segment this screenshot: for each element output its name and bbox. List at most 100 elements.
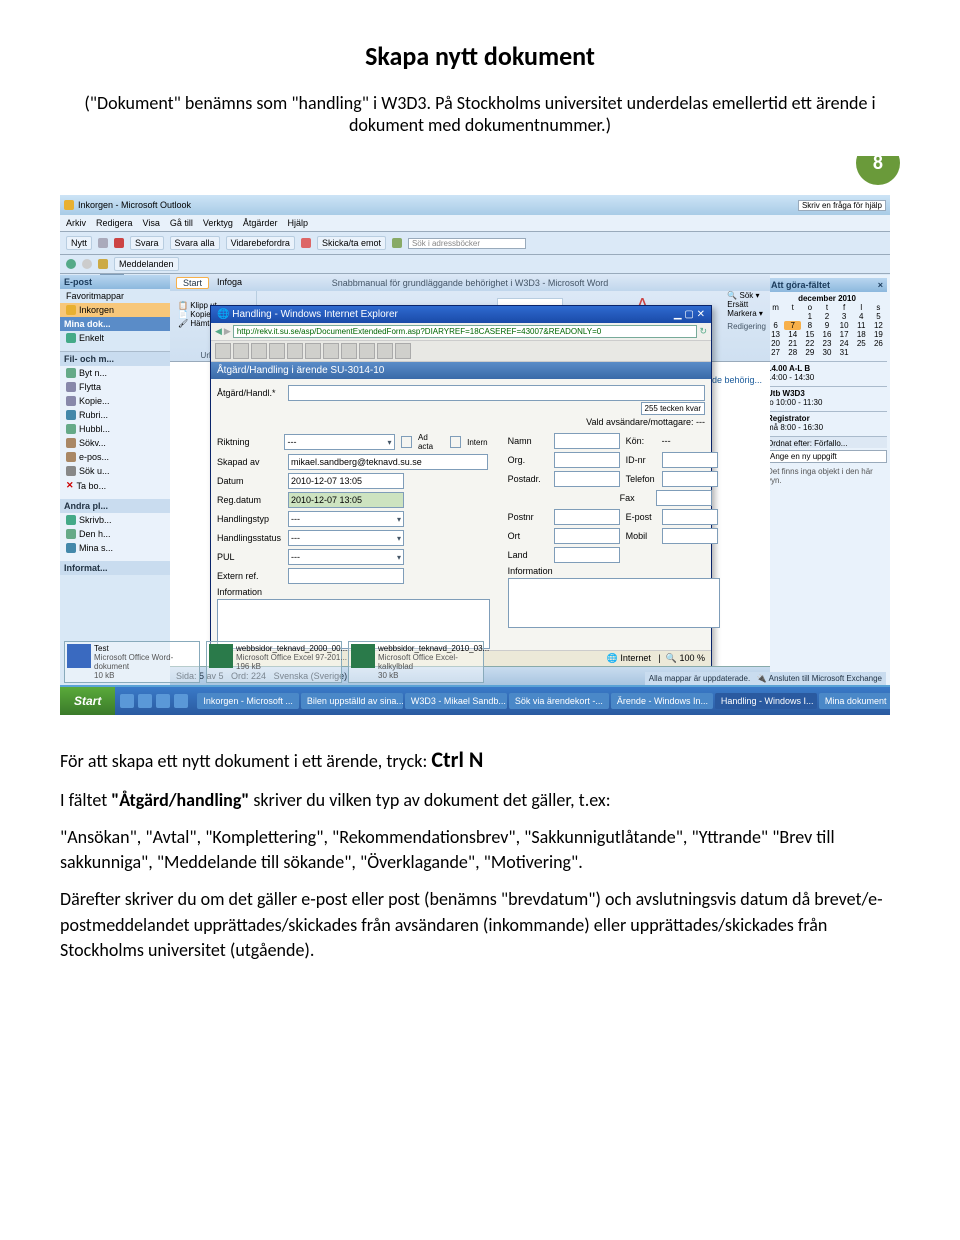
adacta-checkbox[interactable] (401, 436, 412, 448)
address-search[interactable]: Sök i adressböcker (408, 238, 526, 249)
telefon-input[interactable] (662, 471, 718, 487)
fwd-icon[interactable]: ▶ (224, 326, 231, 337)
list-item[interactable]: Kopie... (60, 394, 170, 408)
list-item[interactable]: Sök u... (60, 464, 170, 478)
skicka-ta-emot-button[interactable]: Skicka/ta emot (317, 236, 386, 250)
appointment[interactable]: 14.00 A-L B 14:00 - 14:30 (767, 361, 887, 382)
meddelanden-button[interactable]: Meddelanden (114, 257, 179, 271)
list-item[interactable]: Byt n... (60, 366, 170, 380)
ort-input[interactable] (554, 528, 620, 544)
tb-icon[interactable] (341, 343, 357, 359)
taskbar-item[interactable]: W3D3 - Mikael Sandb... (405, 693, 507, 709)
list-item[interactable]: Sökv... (60, 436, 170, 450)
ql-icon[interactable] (174, 694, 188, 708)
nav-mina-dok[interactable]: Mina dok... (60, 317, 170, 331)
nav-inkorgen[interactable]: Inkorgen (60, 303, 170, 317)
pul-select[interactable]: --- (288, 549, 404, 565)
menu-atgarder[interactable]: Åtgärder (243, 218, 278, 228)
fwd-icon[interactable] (82, 259, 92, 269)
menu-redigera[interactable]: Redigera (96, 218, 133, 228)
appointment[interactable]: Registrator må 8:00 - 16:30 (767, 411, 887, 432)
taskbar-item[interactable]: Bilen uppställd av sina... (301, 693, 403, 709)
menu-verktyg[interactable]: Verktyg (203, 218, 233, 228)
tb-icon[interactable] (215, 343, 231, 359)
riktning-select[interactable]: --- (284, 434, 394, 450)
ql-icon[interactable] (120, 694, 134, 708)
taskbar-item[interactable]: Inkorgen - Microsoft ... (197, 693, 299, 709)
list-item[interactable]: ✕Ta bo... (60, 478, 170, 493)
outlook-menubar[interactable]: Arkiv Redigera Visa Gå till Verktyg Åtgä… (60, 215, 890, 232)
appointment[interactable]: Utb W3D3 to 10:00 - 11:30 (767, 386, 887, 407)
calendar[interactable]: december 2010 mtotfls 12345 6789101112 1… (767, 294, 887, 357)
ersatt-button[interactable]: Ersätt (727, 300, 766, 309)
tb-icon[interactable] (269, 343, 285, 359)
delete-icon[interactable] (114, 238, 124, 248)
list-item[interactable]: Den h... (60, 527, 170, 541)
tb-icon[interactable] (323, 343, 339, 359)
tab-start[interactable]: Start (176, 277, 209, 289)
tb-icon[interactable] (305, 343, 321, 359)
menu-arkiv[interactable]: Arkiv (66, 218, 86, 228)
desktop-file[interactable]: webbsidor_teknavd_2010_03...Microsoft Of… (348, 641, 484, 683)
mobil-input[interactable] (662, 528, 718, 544)
atgard-input[interactable] (288, 385, 705, 401)
menu-visa[interactable]: Visa (143, 218, 160, 228)
desktop-file[interactable]: TestMicrosoft Office Word-dokument10 kB (64, 641, 200, 683)
tb-icon[interactable] (359, 343, 375, 359)
help-search[interactable]: Skriv en fråga för hjälp (798, 200, 886, 211)
new-task-input[interactable]: Ange en ny uppgift (767, 450, 887, 463)
epost-input[interactable] (662, 509, 718, 525)
home-icon[interactable] (98, 259, 108, 269)
list-item[interactable]: Skrivb... (60, 513, 170, 527)
vidarebefordra-button[interactable]: Vidarebefordra (226, 236, 295, 250)
zoom-text[interactable]: 100 % (679, 653, 705, 663)
back-icon[interactable]: ◀ (215, 326, 222, 337)
sok-button[interactable]: 🔍 Sök ▾ (727, 291, 766, 300)
nav-favoritmappar[interactable]: Favoritmappar (60, 289, 170, 303)
menu-hjalp[interactable]: Hjälp (287, 218, 308, 228)
ql-icon[interactable] (156, 694, 170, 708)
taskbar-item[interactable]: Mina dokument (819, 693, 890, 709)
list-item[interactable]: e-pos... (60, 450, 170, 464)
url-input[interactable]: http://rekv.it.su.se/asp/DocumentExtende… (233, 325, 698, 338)
extern-ref-input[interactable] (288, 568, 404, 584)
fax-input[interactable] (656, 490, 712, 506)
close-icon[interactable]: × (878, 280, 883, 290)
nytt-button[interactable]: Nytt (66, 236, 92, 250)
postnr-input[interactable] (554, 509, 620, 525)
regdatum-input[interactable]: 2010-12-07 13:05 (288, 492, 404, 508)
tb-icon[interactable] (233, 343, 249, 359)
list-item[interactable]: Mina s... (60, 541, 170, 555)
tab-infoga[interactable]: Infoga (217, 277, 242, 289)
datum-input[interactable]: 2010-12-07 13:05 (288, 473, 404, 489)
taskbar-item-active[interactable]: Handling - Windows I... (715, 693, 817, 709)
print-icon[interactable] (98, 238, 108, 248)
ordnat-header[interactable]: Ordnat efter: Förfallo... (767, 436, 887, 448)
list-item[interactable]: Hubbl... (60, 422, 170, 436)
addressbook-icon[interactable] (392, 238, 402, 248)
markera-button[interactable]: Markera ▾ (727, 309, 766, 318)
list-item[interactable]: Flytta (60, 380, 170, 394)
desktop-file[interactable]: webbsidor_teknavd_2000_00...Microsoft Of… (206, 641, 342, 683)
list-item[interactable]: Rubri... (60, 408, 170, 422)
handlingstyp-select[interactable]: --- (288, 511, 404, 527)
window-controls[interactable]: ▁ ▢ ✕ (674, 309, 705, 320)
svara-button[interactable]: Svara (130, 236, 164, 250)
tb-icon[interactable] (251, 343, 267, 359)
handlingsstatus-select[interactable]: --- (288, 530, 404, 546)
tb-icon[interactable] (395, 343, 411, 359)
postadr-input[interactable] (554, 471, 620, 487)
info-textarea-right[interactable] (508, 578, 720, 628)
taskbar-item[interactable]: Sök via ärendekort -... (509, 693, 609, 709)
namn-input[interactable] (554, 433, 620, 449)
ql-icon[interactable] (138, 694, 152, 708)
flag-icon[interactable] (301, 238, 311, 248)
taskbar-item[interactable]: Ärende - Windows In... (611, 693, 713, 709)
idnr-input[interactable] (662, 452, 718, 468)
tb-icon[interactable] (377, 343, 393, 359)
nav-enkelt[interactable]: Enkelt (60, 331, 170, 345)
start-button[interactable]: Start (60, 687, 115, 715)
refresh-icon[interactable]: ↻ (699, 326, 707, 337)
back-icon[interactable] (66, 259, 76, 269)
org-input[interactable] (554, 452, 620, 468)
